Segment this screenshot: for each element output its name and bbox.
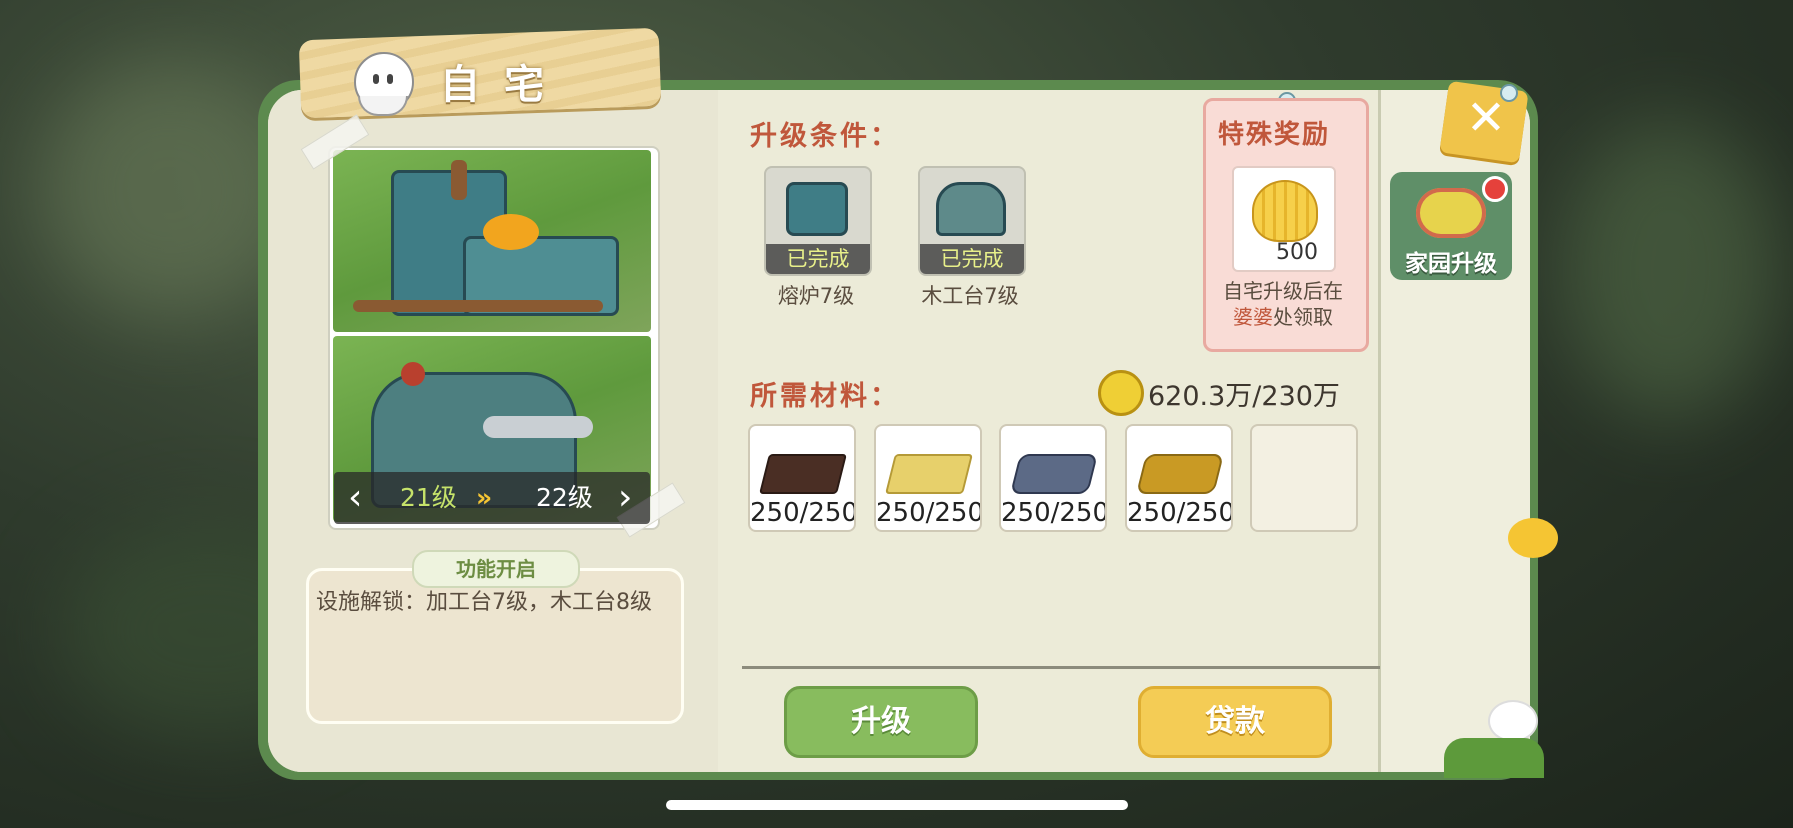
grass-decor bbox=[1444, 738, 1544, 778]
pin-icon bbox=[1500, 84, 1518, 102]
function-unlock-text: 设施解锁：加工台7级，木工台8级 bbox=[316, 590, 652, 615]
pipe bbox=[353, 300, 603, 312]
notification-dot bbox=[1482, 176, 1508, 202]
white-flower-icon bbox=[1488, 700, 1538, 742]
material-count: 250/250 bbox=[876, 498, 982, 528]
condition-label: 木工台7级 bbox=[921, 284, 1019, 308]
current-level: 21级 bbox=[400, 483, 457, 512]
red-valve bbox=[401, 362, 425, 386]
reward-note-highlight: 婆婆 bbox=[1233, 305, 1273, 329]
page-title: 自宅 bbox=[440, 62, 568, 108]
coin-icon bbox=[1098, 370, 1144, 416]
next-level-arrow-icon[interactable]: › bbox=[618, 478, 632, 518]
forge-icon bbox=[786, 182, 848, 236]
building-image-current bbox=[333, 150, 651, 332]
golden-shell-icon bbox=[1252, 180, 1318, 242]
function-unlock-tag: 功能开启 bbox=[412, 550, 580, 588]
material-slot[interactable]: 250/250 bbox=[1125, 424, 1233, 532]
light-wood-icon bbox=[885, 454, 973, 494]
materials-title: 所需材料： bbox=[750, 381, 900, 412]
material-count: 250/250 bbox=[1001, 498, 1107, 528]
condition-status: 已完成 bbox=[920, 244, 1024, 274]
coin-count: 620.3万/230万 bbox=[1148, 381, 1340, 412]
background-blur bbox=[1560, 120, 1780, 420]
reward-note: 自宅升级后在 婆婆处领取 bbox=[1206, 278, 1360, 330]
upgrade-button[interactable]: 升级 bbox=[784, 686, 978, 758]
material-count: 250/250 bbox=[750, 498, 856, 528]
reward-count: 500 bbox=[1276, 240, 1318, 265]
pipe bbox=[451, 160, 467, 200]
double-chevron-icon: » bbox=[476, 483, 493, 512]
iron-ingot-icon bbox=[1010, 454, 1098, 494]
special-reward-title: 特殊奖励 bbox=[1218, 120, 1331, 150]
material-slot-empty bbox=[1250, 424, 1358, 532]
home-indicator bbox=[666, 800, 1128, 810]
home-upgrade-label: 家园升级 bbox=[1405, 251, 1497, 277]
molten-metal bbox=[483, 214, 539, 250]
prev-level-arrow-icon[interactable]: ‹ bbox=[348, 478, 362, 518]
condition-item[interactable]: 已完成 bbox=[918, 166, 1026, 276]
wood-plank-icon bbox=[759, 454, 847, 494]
material-slot[interactable]: 250/250 bbox=[748, 424, 856, 532]
reward-note-prefix: 自宅升级后在 bbox=[1223, 279, 1343, 303]
reward-note-suffix: 处领取 bbox=[1273, 305, 1333, 329]
material-slot[interactable]: 250/250 bbox=[999, 424, 1107, 532]
upgrade-conditions-title: 升级条件： bbox=[750, 121, 900, 152]
next-level: 22级 bbox=[536, 483, 593, 512]
material-slot[interactable]: 250/250 bbox=[874, 424, 982, 532]
roller bbox=[483, 416, 593, 438]
loan-button[interactable]: 贷款 bbox=[1138, 686, 1332, 758]
gold-ingot-icon bbox=[1136, 454, 1224, 494]
yellow-flower-icon bbox=[1508, 518, 1558, 558]
divider bbox=[742, 666, 1380, 669]
condition-item[interactable]: 已完成 bbox=[764, 166, 872, 276]
woodwork-icon bbox=[936, 182, 1006, 236]
material-count: 250/250 bbox=[1127, 498, 1233, 528]
condition-label: 熔炉7级 bbox=[777, 284, 855, 308]
condition-status: 已完成 bbox=[766, 244, 870, 274]
home-upgrade-icon bbox=[1416, 188, 1486, 238]
